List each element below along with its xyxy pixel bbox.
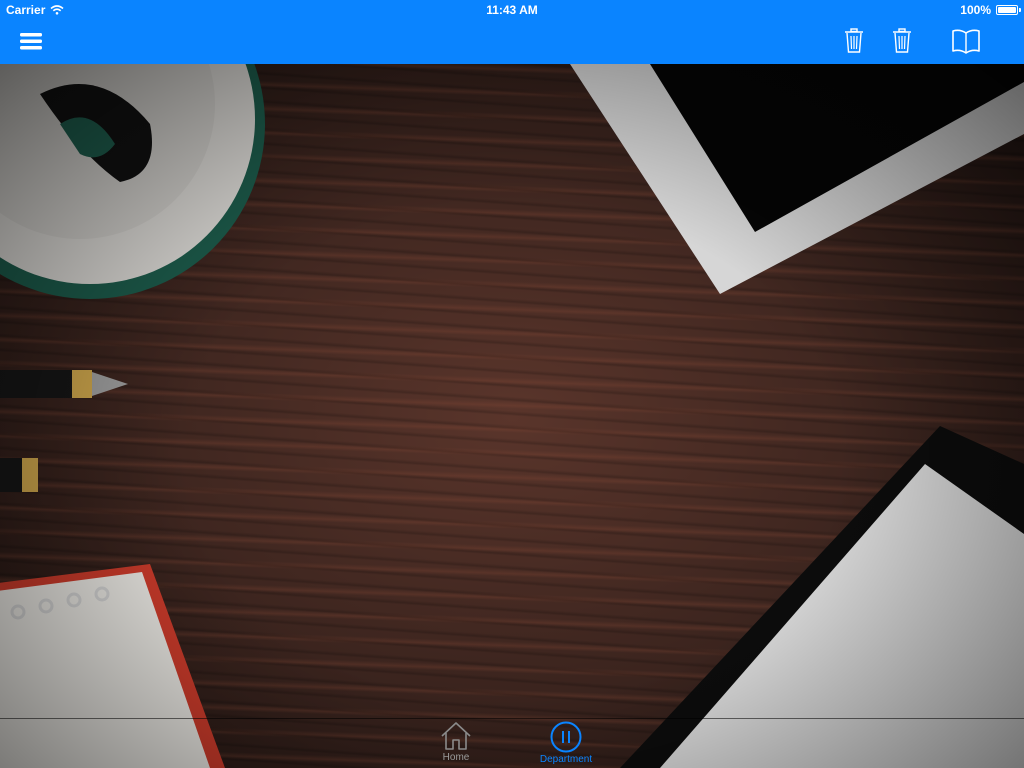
phone-decor (620, 426, 1024, 768)
background-image (0, 64, 1024, 768)
delete-button[interactable] (838, 26, 870, 56)
status-bar: Carrier 11:43 AM 100% (0, 0, 1024, 20)
pen-decor (0, 370, 128, 492)
menu-icon (20, 33, 42, 50)
trash-icon (893, 28, 911, 53)
battery-tip (1019, 8, 1021, 12)
tablet-decor (570, 64, 1024, 294)
menu-button[interactable] (14, 28, 48, 54)
tab-department[interactable]: Department (531, 721, 601, 768)
desk-objects (0, 64, 1024, 768)
book-icon (952, 29, 980, 54)
home-icon (441, 722, 471, 750)
tab-home[interactable]: Home (421, 721, 491, 768)
delete-all-button[interactable] (886, 26, 918, 56)
navigation-bar: Carrier 11:43 AM 100% (0, 0, 1024, 64)
battery-percent: 100% (960, 3, 991, 17)
app-screen: Carrier 11:43 AM 100% Home Department (0, 0, 1024, 768)
coffee-cup-decor (0, 64, 265, 299)
bookmarks-button[interactable] (948, 26, 984, 56)
tab-department-label: Department (539, 754, 593, 765)
status-time: 11:43 AM (486, 3, 538, 17)
battery-icon (996, 5, 1021, 15)
pause-circle-icon (550, 721, 582, 753)
trash-icon (845, 28, 863, 53)
tab-home-label: Home (442, 752, 470, 763)
tab-bar: Home Department (0, 719, 1024, 768)
battery-fill (998, 7, 1016, 13)
status-right: 100% (960, 3, 1021, 17)
